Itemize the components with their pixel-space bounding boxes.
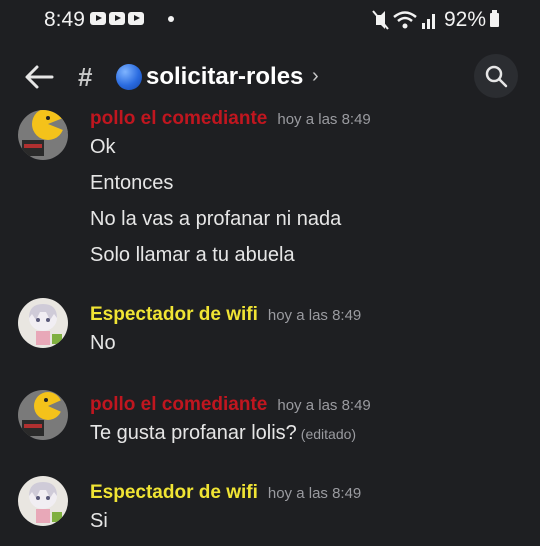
system-icons — [372, 9, 438, 36]
back-arrow-icon[interactable] — [22, 60, 56, 94]
message-header: Espectador de wifi hoy a las 8:49 — [90, 482, 361, 504]
avatar[interactable] — [18, 110, 68, 160]
message-timestamp: hoy a las 8:49 — [277, 111, 371, 128]
author-name[interactable]: Espectador de wifi — [90, 304, 258, 325]
search-icon — [485, 65, 508, 88]
message-timestamp: hoy a las 8:49 — [267, 307, 362, 324]
author-name[interactable]: pollo el comediante — [90, 108, 267, 129]
blue-circle-icon — [116, 64, 142, 90]
battery-percent: 92% — [444, 8, 487, 31]
message-timestamp: hoy a las 8:49 — [277, 397, 371, 414]
edited-tag: (editado) — [300, 426, 357, 442]
message-text: Solo llamar a tu abuela — [90, 244, 295, 266]
search-button[interactable] — [474, 54, 518, 98]
status-bar: 8:49 92% — [0, 0, 540, 40]
youtube-notification-icon — [128, 12, 144, 25]
youtube-notification-icon — [109, 12, 125, 25]
message-header: pollo el comediante hoy a las 8:49 — [90, 108, 371, 130]
channel-title[interactable]: solicitar-roles — [146, 63, 303, 91]
message-text: Te gusta profanar lolis? (editado) — [90, 422, 356, 445]
chevron-right-icon[interactable]: › — [312, 65, 319, 88]
battery-icon — [490, 10, 499, 27]
message-header: pollo el comediante hoy a las 8:49 — [90, 394, 371, 416]
message-timestamp: hoy a las 8:49 — [267, 485, 362, 502]
avatar[interactable] — [18, 298, 68, 348]
notification-icons — [90, 12, 144, 25]
message-header: Espectador de wifi hoy a las 8:49 — [90, 304, 361, 326]
message-body: Te gusta profanar lolis? — [90, 422, 297, 444]
message-text: Entonces — [90, 172, 174, 194]
message-text: Ok — [90, 136, 116, 158]
more-notifications-dot-icon — [168, 16, 174, 22]
author-name[interactable]: pollo el comediante — [90, 394, 267, 415]
message-text: No la vas a profanar ni nada — [90, 208, 342, 230]
wifi-signal-icon — [372, 10, 435, 30]
author-name[interactable]: Espectador de wifi — [90, 482, 258, 503]
message-text: Si — [90, 510, 108, 532]
avatar[interactable] — [18, 390, 68, 440]
youtube-notification-icon — [90, 12, 106, 25]
status-time: 8:49 — [44, 8, 85, 31]
avatar[interactable] — [18, 476, 68, 526]
message-text: No — [90, 332, 116, 354]
channel-header: # solicitar-roles › — [0, 44, 540, 110]
channel-hash-icon: # — [78, 62, 93, 92]
